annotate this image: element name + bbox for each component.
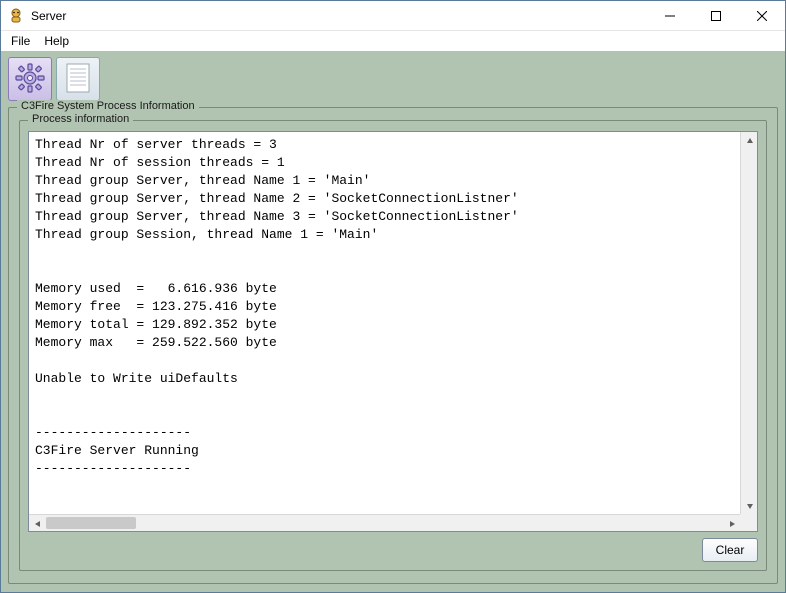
horizontal-scrollbar[interactable] [29,514,757,531]
toolbar [6,55,780,105]
menubar: File Help [1,31,785,51]
log-text[interactable]: Thread Nr of server threads = 3 Thread N… [29,132,757,531]
menu-help[interactable]: Help [38,32,75,50]
scroll-left-icon[interactable] [29,515,46,532]
scroll-up-icon[interactable] [741,132,758,149]
minimize-button[interactable] [647,1,693,31]
clear-button[interactable]: Clear [702,538,758,562]
titlebar: Server [1,1,785,31]
app-icon [7,7,25,25]
button-row: Clear [28,532,758,562]
gear-icon [14,62,46,97]
content-area: C3Fire System Process Information Proces… [1,51,785,592]
maximize-button[interactable] [693,1,739,31]
outer-fieldset: C3Fire System Process Information Proces… [8,107,778,584]
hscroll-thumb[interactable] [46,517,136,529]
window-title: Server [31,9,66,23]
outer-legend: C3Fire System Process Information [17,100,199,112]
document-icon [64,62,92,97]
vertical-scrollbar[interactable] [740,132,757,514]
log-panel: Thread Nr of server threads = 3 Thread N… [28,131,758,532]
inner-legend: Process information [28,113,133,125]
settings-tool-button[interactable] [8,57,52,101]
hscroll-track[interactable] [46,517,723,529]
scroll-right-icon[interactable] [723,515,740,532]
log-tool-button[interactable] [56,57,100,101]
scroll-down-icon[interactable] [741,497,758,514]
close-button[interactable] [739,1,785,31]
inner-fieldset: Process information Thread Nr of server … [19,120,767,571]
scroll-corner [740,514,757,531]
menu-file[interactable]: File [5,32,36,50]
